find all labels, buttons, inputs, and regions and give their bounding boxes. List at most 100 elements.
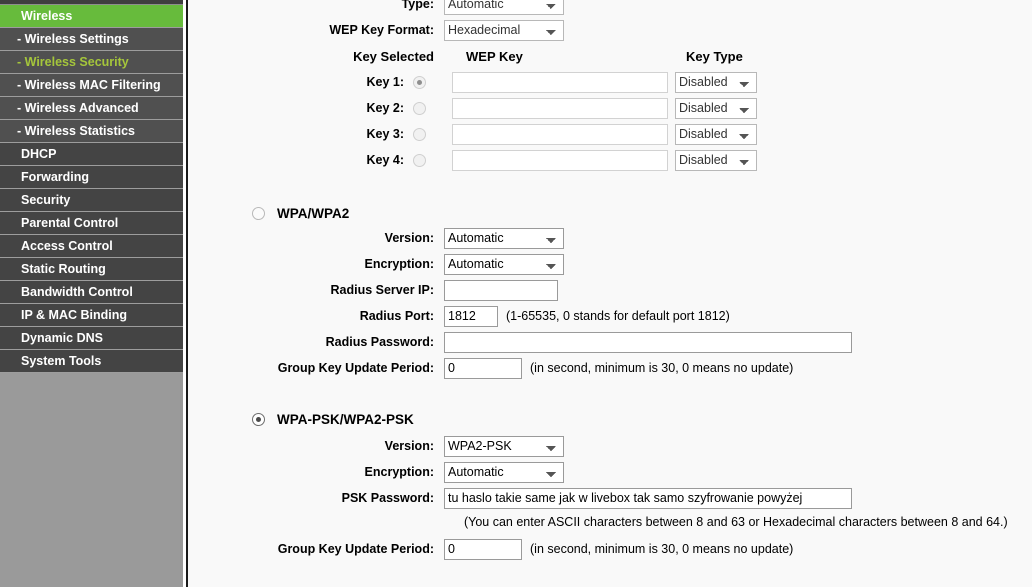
wpa-radius-password-label: Radius Password: xyxy=(325,335,434,349)
sidebar-item-label: IP & MAC Binding xyxy=(21,308,128,322)
wpapsk-section-label: WPA-PSK/WPA2-PSK xyxy=(277,411,414,427)
wep-key-format-label: WEP Key Format: xyxy=(329,23,434,37)
wep-key-format-select[interactable]: Hexadecimal xyxy=(444,19,564,41)
wpa-section-header[interactable]: WPA/WPA2 xyxy=(252,200,349,226)
wpapsk-encryption-label: Encryption: xyxy=(364,465,434,479)
wpa-group-key-input[interactable] xyxy=(444,357,522,379)
wep-key-input[interactable] xyxy=(452,123,668,145)
wep-col-wep-key: WEP Key xyxy=(466,48,523,64)
wep-key-radio-cell xyxy=(404,153,434,167)
wep-key-radio-cell xyxy=(404,101,434,115)
sidebar-item-label: - Wireless Security xyxy=(17,55,129,69)
sidebar-item-dynamic-dns[interactable]: Dynamic DNS xyxy=(0,327,183,350)
sidebar-item-wireless[interactable]: Wireless xyxy=(0,5,183,28)
sidebar-item-access-control[interactable]: Access Control xyxy=(0,235,183,258)
wpa-radius-port-input[interactable] xyxy=(444,305,498,327)
content-panel: Type: Automatic WEP Key Format: Hexadeci… xyxy=(188,0,1032,587)
wpapsk-psk-password-input[interactable] xyxy=(444,487,852,509)
sidebar-item-label: - Wireless Statistics xyxy=(17,124,135,138)
sidebar-item-bandwidth-control[interactable]: Bandwidth Control xyxy=(0,281,183,304)
wep-key-row: Key 1: Disabled xyxy=(188,69,757,95)
wep-key-label: Key 2: xyxy=(366,101,404,115)
wep-key-radio[interactable] xyxy=(412,153,426,167)
sidebar-item-label: - Wireless Settings xyxy=(17,32,129,46)
wpa-version-select[interactable]: Automatic xyxy=(444,227,564,249)
wep-key-type-select[interactable]: Disabled xyxy=(675,71,757,93)
sidebar-item-label: Dynamic DNS xyxy=(21,331,103,345)
wpa-encryption-row: Encryption: Automatic xyxy=(188,251,564,277)
sidebar-item-label: Access Control xyxy=(21,239,113,253)
wpapsk-group-key-note: (in second, minimum is 30, 0 means no up… xyxy=(530,542,794,556)
wep-type-row: Type: Automatic xyxy=(188,0,588,17)
sidebar-item-ip-mac-binding[interactable]: IP & MAC Binding xyxy=(0,304,183,327)
wpa-section-label: WPA/WPA2 xyxy=(277,205,350,221)
wep-col-key-type: Key Type xyxy=(686,48,743,64)
wpapsk-section-header[interactable]: WPA-PSK/WPA2-PSK xyxy=(252,406,414,432)
sidebar-item-label: Bandwidth Control xyxy=(21,285,133,299)
wpa-radius-password-input[interactable] xyxy=(444,331,852,353)
wpa-radius-port-note: (1-65535, 0 stands for default port 1812… xyxy=(506,309,730,323)
wep-key-radio[interactable] xyxy=(412,75,426,89)
wep-type-label: Type: xyxy=(401,0,434,11)
wpa-version-row: Version: Automatic xyxy=(188,225,564,251)
wep-key-input[interactable] xyxy=(452,71,668,93)
wpapsk-psk-password-label: PSK Password: xyxy=(341,491,434,505)
sidebar-item-wireless-advanced[interactable]: - Wireless Advanced xyxy=(0,97,183,120)
sidebar-menu: Wireless - Wireless Settings - Wireless Se… xyxy=(0,5,183,373)
wep-key-row: Key 2: Disabled xyxy=(188,95,757,121)
wpapsk-psk-note: (You can enter ASCII characters between … xyxy=(464,515,1008,529)
sidebar-item-wireless-security[interactable]: - Wireless Security xyxy=(0,51,183,74)
wep-key-input[interactable] xyxy=(452,97,668,119)
wep-key-row: Key 3: Disabled xyxy=(188,121,757,147)
wpapsk-group-key-row: Group Key Update Period: (in second, min… xyxy=(188,536,793,562)
wpapsk-encryption-row: Encryption: Automatic xyxy=(188,459,564,485)
wep-key-radio[interactable] xyxy=(412,101,426,115)
wpapsk-version-select[interactable]: WPA2-PSK xyxy=(444,435,564,457)
wep-key-type-select[interactable]: Disabled xyxy=(675,97,757,119)
wpapsk-psk-note-row: (You can enter ASCII characters between … xyxy=(464,509,1008,535)
wep-key-radio-cell xyxy=(404,75,434,89)
wep-key-label: Key 3: xyxy=(366,127,404,141)
wep-key-format-row: WEP Key Format: Hexadecimal xyxy=(188,17,608,43)
sidebar-item-label: Static Routing xyxy=(21,262,106,276)
wep-type-select[interactable]: Automatic xyxy=(444,0,564,15)
sidebar: Wireless - Wireless Settings - Wireless Se… xyxy=(0,0,183,587)
wep-key-row: Key 4: Disabled xyxy=(188,147,757,173)
wep-key-input[interactable] xyxy=(452,149,668,171)
sidebar-item-wireless-mac-filtering[interactable]: - Wireless MAC Filtering xyxy=(0,74,183,97)
sidebar-item-wireless-statistics[interactable]: - Wireless Statistics xyxy=(0,120,183,143)
wpapsk-version-label: Version: xyxy=(384,439,434,453)
sidebar-item-dhcp[interactable]: DHCP xyxy=(0,143,183,166)
sidebar-item-label: Forwarding xyxy=(21,170,90,184)
wpa-radius-ip-input[interactable] xyxy=(444,279,558,301)
sidebar-item-label: DHCP xyxy=(21,147,57,161)
sidebar-item-label: System Tools xyxy=(21,354,102,368)
wpa-radius-port-label: Radius Port: xyxy=(359,309,434,323)
wpa-group-key-note: (in second, minimum is 30, 0 means no up… xyxy=(530,361,794,375)
wpapsk-radio[interactable] xyxy=(252,412,265,426)
sidebar-item-parental-control[interactable]: Parental Control xyxy=(0,212,183,235)
wpa-radius-ip-row: Radius Server IP: xyxy=(188,277,558,303)
wpa-group-key-label: Group Key Update Period: xyxy=(277,361,434,375)
wep-table-header-row: Key Selected WEP Key Key Type xyxy=(188,43,808,69)
sidebar-item-forwarding[interactable]: Forwarding xyxy=(0,166,183,189)
wep-key-label: Key 4: xyxy=(366,153,404,167)
wep-key-label: Key 1: xyxy=(366,75,404,89)
sidebar-item-label: - Wireless MAC Filtering xyxy=(17,78,161,92)
sidebar-item-label: Security xyxy=(21,193,71,207)
sidebar-item-label: - Wireless Advanced xyxy=(17,101,139,115)
wep-key-radio[interactable] xyxy=(412,127,426,141)
wpapsk-encryption-select[interactable]: Automatic xyxy=(444,461,564,483)
wpa-radio[interactable] xyxy=(252,206,265,220)
wep-key-type-select[interactable]: Disabled xyxy=(675,149,757,171)
wpapsk-psk-password-row: PSK Password: xyxy=(188,485,852,511)
wpa-encryption-label: Encryption: xyxy=(364,257,434,271)
wpa-encryption-select[interactable]: Automatic xyxy=(444,253,564,275)
sidebar-item-system-tools[interactable]: System Tools xyxy=(0,350,183,373)
wpapsk-group-key-input[interactable] xyxy=(444,538,522,560)
sidebar-filler xyxy=(0,373,183,573)
sidebar-item-static-routing[interactable]: Static Routing xyxy=(0,258,183,281)
sidebar-item-wireless-settings[interactable]: - Wireless Settings xyxy=(0,28,183,51)
sidebar-item-security[interactable]: Security xyxy=(0,189,183,212)
wep-key-type-select[interactable]: Disabled xyxy=(675,123,757,145)
